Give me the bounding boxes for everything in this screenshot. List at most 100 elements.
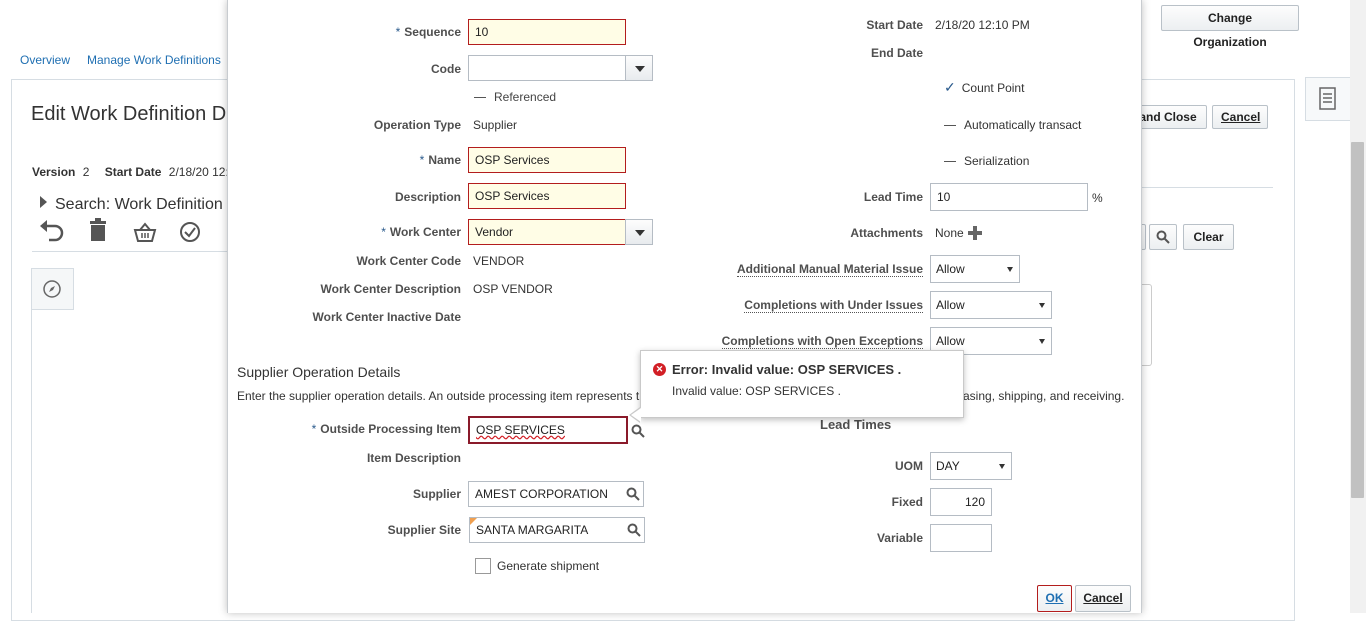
supplier-site-label: Supplier Site xyxy=(387,523,461,537)
expand-triangle-icon xyxy=(40,196,47,208)
completions-under-issues-select[interactable]: Allow xyxy=(930,291,1052,319)
additional-manual-material-issue-label: Additional Manual Material Issue xyxy=(736,262,923,277)
search-icon xyxy=(1156,230,1170,244)
bg-start-date-label: Start Date xyxy=(104,165,162,179)
document-icon xyxy=(1319,87,1336,110)
lead-time-unit: % xyxy=(1092,191,1103,205)
code-dropdown-button[interactable] xyxy=(625,55,653,81)
unchecked-dash-icon xyxy=(944,161,956,163)
completions-under-issues-label: Completions with Under Issues xyxy=(744,298,923,313)
add-attachment-icon[interactable] xyxy=(968,226,982,240)
item-description-label: Item Description xyxy=(366,451,461,465)
toolbar-divider xyxy=(32,251,227,252)
lead-times-title: Lead Times xyxy=(820,417,892,432)
code-label: Code xyxy=(431,62,461,76)
changed-indicator-icon xyxy=(470,518,477,525)
name-input[interactable]: OSP Services xyxy=(468,147,626,173)
work-center-input[interactable]: Vendor xyxy=(468,219,626,245)
error-popup: ✕ Error: Invalid value: OSP SERVICES . I… xyxy=(640,350,964,418)
edit-operation-dialog: * Sequence 10 Code Referenced Operation T… xyxy=(227,0,1142,613)
sequence-input[interactable]: 10 xyxy=(468,19,626,45)
version-value: 2 xyxy=(82,165,90,179)
supplier-section-description-end: asing, shipping, and receiving. xyxy=(963,389,1125,403)
serialization-checkbox[interactable]: Serialization xyxy=(944,154,1029,168)
compass-icon xyxy=(43,280,61,298)
side-panel-toggle[interactable] xyxy=(1305,77,1352,121)
sequence-label: * Sequence xyxy=(395,25,461,39)
chevron-down-icon xyxy=(1007,267,1013,272)
end-date-label: End Date xyxy=(870,46,923,60)
auto-transact-checkbox[interactable]: Automatically transact xyxy=(944,118,1081,132)
uom-select[interactable]: DAY xyxy=(930,452,1012,480)
supplier-input[interactable]: AMEST CORPORATION xyxy=(468,481,644,507)
clear-button[interactable]: Clear xyxy=(1183,224,1234,250)
outside-processing-item-label: * Outside Processing Item xyxy=(311,422,461,436)
work-center-code-label: Work Center Code xyxy=(356,254,461,268)
lead-time-input[interactable]: 10 xyxy=(930,183,1088,211)
unchecked-dash-icon xyxy=(474,97,486,99)
operation-type-label: Operation Type xyxy=(373,118,461,132)
nav-manage-work-definitions[interactable]: Manage Work Definitions xyxy=(87,53,221,67)
uom-label: UOM xyxy=(895,459,923,473)
count-point-checkbox[interactable]: ✓ Count Point xyxy=(944,79,1024,96)
error-message: Invalid value: OSP SERVICES . xyxy=(672,384,841,398)
completions-open-exceptions-label: Completions with Open Exceptions xyxy=(721,334,923,349)
nav-overview[interactable]: Overview xyxy=(20,53,70,67)
bg-cancel-button[interactable]: Cancel xyxy=(1212,105,1268,129)
additional-manual-material-issue-select[interactable]: Allow xyxy=(930,255,1020,283)
description-input[interactable]: OSP Services xyxy=(468,183,626,209)
attachments-value: None xyxy=(935,226,964,240)
error-title: Error: Invalid value: OSP SERVICES . xyxy=(672,362,902,377)
bg-divider xyxy=(1140,187,1273,188)
work-center-code-value: VENDOR xyxy=(473,254,525,268)
supplier-label: Supplier xyxy=(412,487,461,501)
outside-processing-item-input[interactable]: OSP SERVICES xyxy=(468,416,628,444)
work-center-description-label: Work Center Description xyxy=(320,282,461,296)
search-icon[interactable] xyxy=(627,523,641,537)
left-pane-border xyxy=(31,308,32,613)
dialog-cancel-button[interactable]: Cancel xyxy=(1075,585,1131,612)
work-center-dropdown-button[interactable] xyxy=(625,219,653,245)
checkmark-icon: ✓ xyxy=(944,79,956,95)
description-label: Description xyxy=(394,190,461,204)
operation-type-value: Supplier xyxy=(473,118,518,132)
lead-time-label: Lead Time xyxy=(863,190,923,204)
supplier-site-input[interactable]: SANTA MARGARITA xyxy=(469,517,645,543)
referenced-checkbox[interactable]: Referenced xyxy=(474,90,556,104)
search-icon[interactable] xyxy=(626,487,640,501)
popup-pointer-fill xyxy=(631,408,641,422)
fixed-label: Fixed xyxy=(891,495,923,509)
variable-input[interactable] xyxy=(930,524,992,552)
chevron-down-icon xyxy=(1039,339,1045,344)
ok-button[interactable]: OK xyxy=(1037,585,1072,612)
navigator-button[interactable] xyxy=(31,268,74,310)
search-icon[interactable] xyxy=(631,424,645,438)
work-center-label: * Work Center xyxy=(381,225,461,239)
scrollbar-thumb[interactable] xyxy=(1351,142,1364,498)
basket-icon[interactable] xyxy=(133,222,157,242)
page-scrollbar[interactable] xyxy=(1350,0,1366,613)
variable-label: Variable xyxy=(876,531,923,545)
fixed-input[interactable]: 120 xyxy=(930,488,992,516)
check-circle-icon[interactable] xyxy=(179,221,201,243)
attachments-label: Attachments xyxy=(850,226,923,240)
page-title: Edit Work Definition D xyxy=(31,103,227,125)
bg-search-button[interactable] xyxy=(1149,224,1177,250)
unchecked-dash-icon xyxy=(944,125,956,127)
version-label: Version xyxy=(32,165,76,179)
start-date-value: 2/18/20 12:10 PM xyxy=(935,18,1030,32)
error-icon: ✕ xyxy=(653,363,666,376)
change-organization-button[interactable]: Change Organization xyxy=(1161,5,1299,49)
supplier-section-description: Enter the supplier operation details. An… xyxy=(237,389,646,403)
work-center-inactive-date-label: Work Center Inactive Date xyxy=(312,310,462,324)
generate-shipment-label: Generate shipment xyxy=(497,559,600,573)
chevron-down-icon xyxy=(999,464,1005,469)
search-work-definition-toggle[interactable]: Search: Work Definition xyxy=(40,196,223,214)
work-center-description-value: OSP VENDOR xyxy=(473,282,553,296)
code-input[interactable] xyxy=(468,55,626,81)
bg-start-date-value: 2/18/20 12: xyxy=(168,165,229,179)
start-date-label: Start Date xyxy=(866,18,923,32)
generate-shipment-checkbox[interactable] xyxy=(475,558,491,574)
delete-icon[interactable] xyxy=(88,218,108,242)
undo-icon[interactable] xyxy=(39,220,65,242)
